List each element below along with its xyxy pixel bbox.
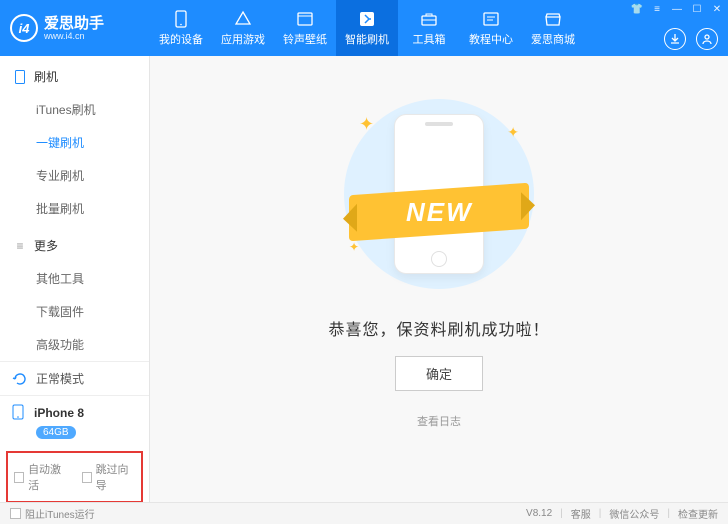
- view-log-link[interactable]: 查看日志: [417, 413, 461, 429]
- nav-toolbox[interactable]: 工具箱: [398, 0, 460, 56]
- footer-bar: 阻止iTunes运行 V8.12| 客服| 微信公众号| 检查更新: [0, 502, 728, 524]
- ok-button[interactable]: 确定: [395, 356, 483, 391]
- mode-row[interactable]: 正常模式: [0, 361, 149, 395]
- phone-icon: [12, 404, 26, 422]
- logo-icon: i4: [10, 14, 38, 42]
- skin-icon[interactable]: 👕: [630, 2, 644, 16]
- nav-label: 应用游戏: [221, 31, 265, 47]
- nav-label: 铃声壁纸: [283, 31, 327, 47]
- window-controls: 👕 ≡ — ☐ ✕: [630, 2, 724, 16]
- sidebar-section-title: 更多: [34, 237, 58, 254]
- brand-name: 爱思助手: [44, 16, 104, 31]
- device-icon: [14, 71, 26, 83]
- auto-activate-checkbox[interactable]: 自动激活: [14, 461, 68, 493]
- device-row[interactable]: iPhone 8 64GB: [0, 395, 149, 447]
- storage-badge: 64GB: [36, 426, 76, 439]
- device-name: iPhone 8: [34, 406, 84, 420]
- nav-apps[interactable]: 应用游戏: [212, 0, 274, 56]
- sidebar-item[interactable]: 其他工具: [0, 262, 149, 295]
- update-link[interactable]: 检查更新: [678, 506, 718, 521]
- brand-url: www.i4.cn: [44, 31, 104, 41]
- sidebar-section-more[interactable]: ≡ 更多: [0, 229, 149, 262]
- header-bar: i4 爱思助手 www.i4.cn 我的设备 应用游戏 铃声壁纸 智能刷机 工具箱 教程中…: [0, 0, 728, 56]
- minimize-icon[interactable]: —: [670, 2, 684, 16]
- sidebar-item[interactable]: 批量刷机: [0, 192, 149, 225]
- main-panel: ✦ ✦ ✦ NEW 恭喜您，保资料刷机成功啦！ 确定 查看日志: [150, 56, 728, 502]
- toolbox-icon: [419, 10, 439, 28]
- menu-icon[interactable]: ≡: [650, 2, 664, 16]
- nav-music[interactable]: 铃声壁纸: [274, 0, 336, 56]
- version-label: V8.12: [526, 508, 552, 519]
- nav-label: 智能刷机: [345, 31, 389, 47]
- close-icon[interactable]: ✕: [710, 2, 724, 16]
- success-message: 恭喜您，保资料刷机成功啦！: [328, 316, 549, 340]
- user-icon[interactable]: [696, 28, 718, 50]
- wechat-link[interactable]: 微信公众号: [609, 506, 659, 521]
- sidebar-item[interactable]: 高级功能: [0, 328, 149, 361]
- nav-label: 爱思商城: [531, 31, 575, 47]
- nav-label: 工具箱: [413, 31, 446, 47]
- mode-label: 正常模式: [36, 370, 84, 387]
- support-link[interactable]: 客服: [571, 506, 591, 521]
- nav-label: 我的设备: [159, 31, 203, 47]
- flash-icon: [357, 10, 377, 28]
- nav-label: 教程中心: [469, 31, 513, 47]
- sparkle-icon: ✦: [507, 124, 519, 141]
- sidebar-item[interactable]: 下载固件: [0, 295, 149, 328]
- more-icon: ≡: [14, 240, 26, 252]
- music-icon: [295, 10, 315, 28]
- nav-tutorial[interactable]: 教程中心: [460, 0, 522, 56]
- success-illustration: ✦ ✦ ✦ NEW: [329, 94, 549, 294]
- options-box: 自动激活 跳过向导: [6, 451, 143, 503]
- nav-shop[interactable]: 爱思商城: [522, 0, 584, 56]
- sidebar: 刷机 iTunes刷机一键刷机专业刷机批量刷机 ≡ 更多 其他工具下载固件高级功…: [0, 56, 150, 502]
- sparkle-icon: ✦: [349, 240, 359, 254]
- sidebar-item[interactable]: 一键刷机: [0, 126, 149, 159]
- nav-flash[interactable]: 智能刷机: [336, 0, 398, 56]
- refresh-icon: [12, 371, 28, 387]
- sidebar-section-title: 刷机: [34, 68, 58, 85]
- tutorial-icon: [481, 10, 501, 28]
- phone-icon: [171, 10, 191, 28]
- maximize-icon[interactable]: ☐: [690, 2, 704, 16]
- sidebar-section-flash[interactable]: 刷机: [0, 60, 149, 93]
- sparkle-icon: ✦: [359, 114, 374, 135]
- logo-block: i4 爱思助手 www.i4.cn: [0, 14, 150, 42]
- shop-icon: [543, 10, 563, 28]
- download-icon[interactable]: [664, 28, 686, 50]
- sidebar-item[interactable]: 专业刷机: [0, 159, 149, 192]
- top-nav: 我的设备 应用游戏 铃声壁纸 智能刷机 工具箱 教程中心 爱思商城: [150, 0, 584, 56]
- sidebar-item[interactable]: iTunes刷机: [0, 93, 149, 126]
- nav-phone[interactable]: 我的设备: [150, 0, 212, 56]
- block-itunes-checkbox[interactable]: 阻止iTunes运行: [10, 506, 95, 521]
- skip-guide-checkbox[interactable]: 跳过向导: [82, 461, 136, 493]
- apps-icon: [233, 10, 253, 28]
